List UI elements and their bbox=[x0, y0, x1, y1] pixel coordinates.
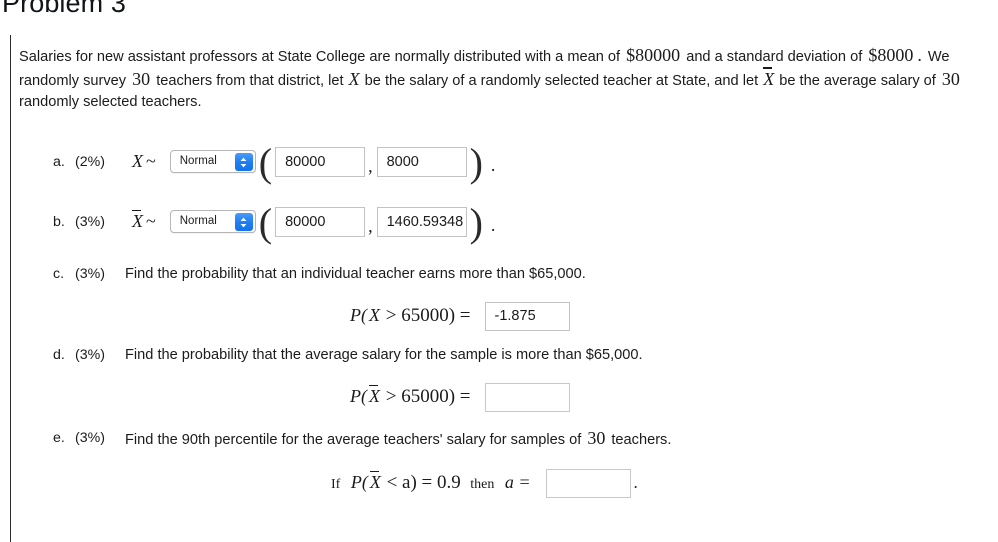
parts-list: a. (2%) X ~ Normal ( 80000 , 8000 ) . b.… bbox=[19, 140, 979, 498]
part-b-sd-input[interactable]: 1460.59348 bbox=[376, 206, 467, 237]
part-a-variable: X bbox=[132, 151, 143, 171]
part-b-variable: X bbox=[132, 209, 143, 231]
part-c-head: c. (3%) Find the probability that an ind… bbox=[19, 266, 979, 282]
problem-prompt: Salaries for new assistant professors at… bbox=[19, 45, 963, 114]
part-e: e. (3%) Find the 90th percentile for the… bbox=[19, 428, 979, 498]
part-d-eq-var: X bbox=[369, 384, 380, 406]
part-e-eq-a: a = bbox=[504, 472, 531, 492]
prompt-mean-value: $80000 bbox=[626, 45, 681, 65]
prompt-line2-c: be the salary of a randomly selected tea… bbox=[364, 72, 759, 89]
part-a-distribution-select[interactable]: Normal bbox=[169, 150, 256, 173]
part-d-eq-suffix: > 65000) = bbox=[381, 386, 471, 407]
part-e-text-b: teachers. bbox=[611, 431, 672, 448]
part-a-percent: (2%) bbox=[75, 153, 105, 170]
page-title: Problem 3 bbox=[2, 0, 126, 18]
part-e-percent: (3%) bbox=[75, 430, 105, 446]
part-d-answer-input[interactable] bbox=[484, 382, 570, 412]
prompt-sample-size-2: 30 bbox=[941, 68, 960, 89]
part-c-equation-row: P(X > 65000) = -1.875 bbox=[19, 301, 979, 331]
prompt-sd-value: $8000 bbox=[868, 45, 914, 65]
part-b-comma: , bbox=[368, 216, 373, 236]
part-d-head: d. (3%) Find the probability that the av… bbox=[19, 347, 979, 363]
part-a-letter: a. bbox=[53, 153, 65, 170]
part-c-eq-var: X bbox=[369, 305, 380, 325]
part-a: a. (2%) X ~ Normal ( 80000 , 8000 ) . bbox=[19, 140, 979, 184]
part-c-percent: (3%) bbox=[75, 265, 105, 282]
part-e-sample-size: 30 bbox=[587, 427, 606, 448]
part-c-eq-suffix: > 65000) = bbox=[381, 305, 471, 326]
part-e-text-a: Find the 90th percentile for the average… bbox=[125, 431, 582, 448]
part-d-equation: P(X > 65000) = bbox=[349, 384, 471, 408]
part-e-equation: If P(X < a) = 0.9 then a = bbox=[331, 470, 532, 494]
part-e-eq-then: then bbox=[470, 477, 495, 492]
prompt-variable-x: X bbox=[348, 68, 360, 89]
part-e-eq-var: X bbox=[369, 470, 381, 492]
part-b-variable-group: X ~ bbox=[131, 209, 158, 232]
part-a-tilde: ~ bbox=[146, 151, 156, 171]
part-c: c. (3%) Find the probability that an ind… bbox=[19, 266, 979, 331]
prompt-line3-a: salary of bbox=[880, 72, 936, 89]
part-c-answer-input[interactable]: -1.875 bbox=[484, 301, 570, 331]
prompt-line1-b: and a standard deviation of bbox=[686, 49, 863, 65]
spacer-c-d bbox=[19, 331, 979, 347]
part-d-eq-p: P( bbox=[350, 386, 367, 406]
part-a-variable-group: X ~ bbox=[131, 151, 158, 172]
part-d-letter: d. bbox=[53, 346, 65, 363]
part-b-mean-input[interactable]: 80000 bbox=[275, 206, 366, 237]
prompt-line2-b: teachers from that district, let bbox=[156, 72, 344, 89]
problem-body: Salaries for new assistant professors at… bbox=[19, 45, 979, 498]
left-vertical-rule bbox=[10, 35, 11, 542]
part-e-text: Find the 90th percentile for the average… bbox=[117, 428, 671, 449]
part-c-equation: P(X > 65000) = bbox=[349, 305, 471, 327]
part-a-mean-input[interactable]: 80000 bbox=[275, 146, 366, 177]
part-e-eq-if: If bbox=[331, 477, 341, 492]
part-c-eq-p: P( bbox=[350, 305, 367, 325]
chevron-up-down-icon[interactable] bbox=[234, 213, 253, 231]
part-c-text: Find the probability that an individual … bbox=[125, 265, 586, 282]
part-c-letter: c. bbox=[53, 265, 65, 282]
prompt-sample-size: 30 bbox=[132, 68, 151, 89]
part-d-percent: (3%) bbox=[75, 346, 105, 363]
spacer-b-c bbox=[19, 244, 979, 266]
part-e-eq-mid: < a) = 0.9 bbox=[381, 472, 461, 493]
part-d-text: Find the probability that the average sa… bbox=[125, 346, 643, 363]
prompt-line2-d: be the average bbox=[779, 72, 877, 89]
part-b-letter: b. bbox=[53, 213, 65, 230]
spacer-d-e bbox=[19, 412, 979, 428]
chevron-up-down-icon[interactable] bbox=[234, 153, 253, 171]
part-e-equation-row: If P(X < a) = 0.9 then a = . bbox=[19, 468, 979, 498]
part-e-head: e. (3%) Find the 90th percentile for the… bbox=[19, 428, 979, 449]
part-e-trailing-dot: . bbox=[633, 473, 638, 492]
prompt-line1-c: . bbox=[917, 45, 922, 65]
part-a-trailing-dot: . bbox=[490, 155, 496, 175]
part-d-equation-row: P(X > 65000) = bbox=[19, 382, 979, 412]
part-a-row: a. (2%) X ~ Normal ( 80000 , 8000 ) . bbox=[19, 140, 979, 184]
part-e-eq-p: P( bbox=[350, 472, 368, 492]
part-b-tilde: ~ bbox=[146, 211, 156, 231]
prompt-line1-a: Salaries for new assistant professors at… bbox=[19, 49, 621, 65]
part-b-row: b. (3%) X~ Normal ( 80000 , 1460.59348 bbox=[19, 200, 979, 244]
part-b: b. (3%) X~ Normal ( 80000 , 1460.59348 bbox=[19, 200, 979, 244]
spacer-a-b bbox=[19, 184, 979, 200]
part-e-letter: e. bbox=[53, 430, 65, 446]
part-e-answer-input[interactable] bbox=[545, 468, 631, 498]
part-a-comma: , bbox=[368, 156, 373, 176]
part-b-distribution-select[interactable]: Normal bbox=[169, 210, 256, 233]
part-b-percent: (3%) bbox=[75, 213, 105, 230]
prompt-line3-b: randomly selected teachers. bbox=[19, 94, 202, 110]
part-b-trailing-dot: . bbox=[490, 215, 496, 235]
part-d: d. (3%) Find the probability that the av… bbox=[19, 347, 979, 412]
prompt-variable-xbar: X bbox=[763, 67, 775, 89]
part-a-sd-input[interactable]: 8000 bbox=[376, 146, 467, 177]
